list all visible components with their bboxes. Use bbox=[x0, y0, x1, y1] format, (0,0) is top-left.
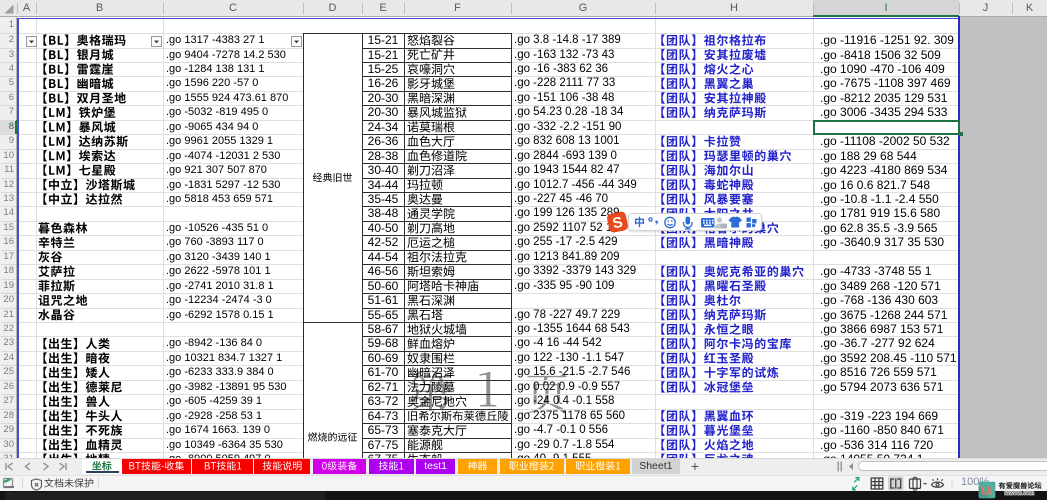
svg-text:Ui: Ui bbox=[981, 484, 993, 498]
